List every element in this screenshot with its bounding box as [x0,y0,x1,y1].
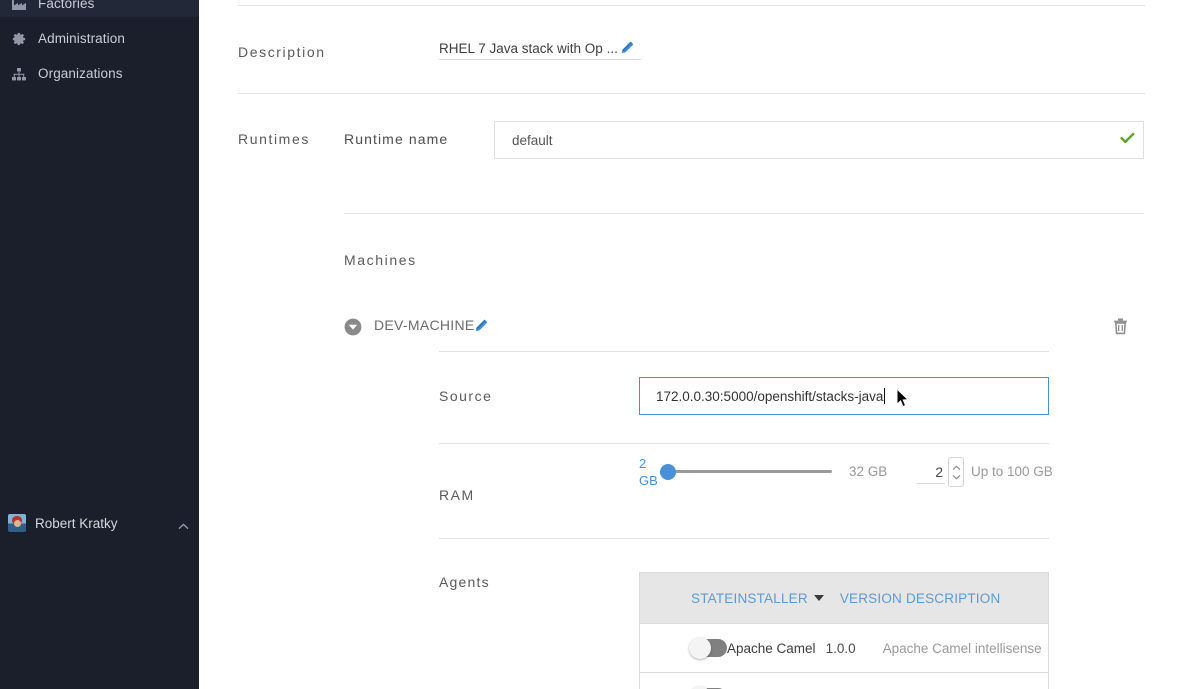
main-content: Description RHEL 7 Java stack with Op ..… [199,0,1182,689]
sidebar-item-administration[interactable]: Administration [0,26,199,52]
user-name: Robert Kratky [35,515,118,531]
sidebar-item-label-factories: Factories [38,0,95,12]
text-caret [884,388,886,404]
organization-icon [8,66,30,82]
caret-down-icon[interactable] [813,595,824,601]
chevron-up-icon[interactable] [178,517,189,535]
ram-slider-max-label: 32 GB [849,464,888,479]
agents-label: Agents [439,574,490,590]
pencil-icon-description[interactable] [619,40,637,58]
source-label: Source [439,388,493,404]
column-header-stateinstaller[interactable]: STATEINSTALLER [691,591,808,606]
agents-table-header: STATEINSTALLER VERSION DESCRIPTION [640,573,1048,623]
source-input[interactable]: 172.0.0.30:5000/openshift/stacks-java [639,377,1049,415]
trash-icon[interactable] [1111,317,1130,336]
ram-hint-label: Up to 100 GB [971,464,1053,479]
sidebar: Factories Administration Organizations R… [0,0,199,689]
sidebar-item-label-administration: Administration [38,31,125,47]
sidebar-item-label-organizations: Organizations [38,66,123,82]
divider-source [439,443,1049,444]
divider-runtimes [344,213,1144,214]
divider-description [238,93,1145,94]
table-row[interactable] [640,672,1048,689]
ram-number-stepper[interactable] [948,457,964,487]
chevron-up-icon-stepper[interactable] [952,464,961,471]
chevron-down-icon-stepper[interactable] [952,474,961,480]
description-value: RHEL 7 Java stack with Op ... [439,41,618,56]
column-header-version-description[interactable]: VERSION DESCRIPTION [840,591,1001,606]
ram-label: RAM [439,487,475,503]
agent-toggle[interactable] [689,637,727,659]
sidebar-item-organizations[interactable]: Organizations [0,61,199,87]
sidebar-lower-area [0,541,199,689]
ram-slider-value-label: 2 GB [639,455,661,489]
agent-version: 1.0.0 [825,640,856,656]
sidebar-item-factories[interactable]: Factories [0,0,199,17]
agents-table: STATEINSTALLER VERSION DESCRIPTION Apach… [639,572,1049,689]
ram-slider-value: 2 [639,456,647,471]
machine-header-row: DEV-MACHINE [344,314,1144,340]
runtimes-label: Runtimes [238,131,310,147]
agent-name: Apache Camel [727,640,816,656]
description-field[interactable]: RHEL 7 Java stack with Op ... [439,38,641,60]
machine-name: DEV-MACHINE [374,317,475,333]
source-value: 172.0.0.30:5000/openshift/stacks-java [656,388,884,404]
runtime-name-value: default [512,132,553,148]
description-label: Description [238,44,326,60]
divider-machine [439,351,1049,352]
runtime-name-input[interactable]: default [494,121,1144,159]
ram-slider-unit: GB [639,473,658,488]
gear-icon [8,31,30,47]
page-root: Factories Administration Organizations R… [0,0,1182,689]
table-row[interactable]: Apache Camel 1.0.0 Apache Camel intellis… [640,623,1048,672]
sidebar-user-menu[interactable]: Robert Kratky [0,505,199,541]
avatar [8,514,26,532]
ram-slider-track[interactable] [660,470,832,473]
ram-number-value: 2 [935,463,943,480]
toggle-knob [689,637,711,659]
ram-slider-handle[interactable] [660,464,676,480]
chevron-down-circle-icon[interactable] [344,318,362,336]
agent-description: Apache Camel intellisense [882,640,1042,656]
divider-top [238,5,1145,6]
runtime-name-label: Runtime name [344,131,449,147]
factory-icon [8,0,30,12]
check-icon [1120,130,1135,147]
ram-number-input[interactable]: 2 [917,460,945,484]
pencil-icon-machine[interactable] [473,318,490,335]
sidebar-nav: Factories Administration Organizations [0,0,199,87]
machines-label: Machines [344,252,417,268]
divider-ram [439,538,1049,539]
